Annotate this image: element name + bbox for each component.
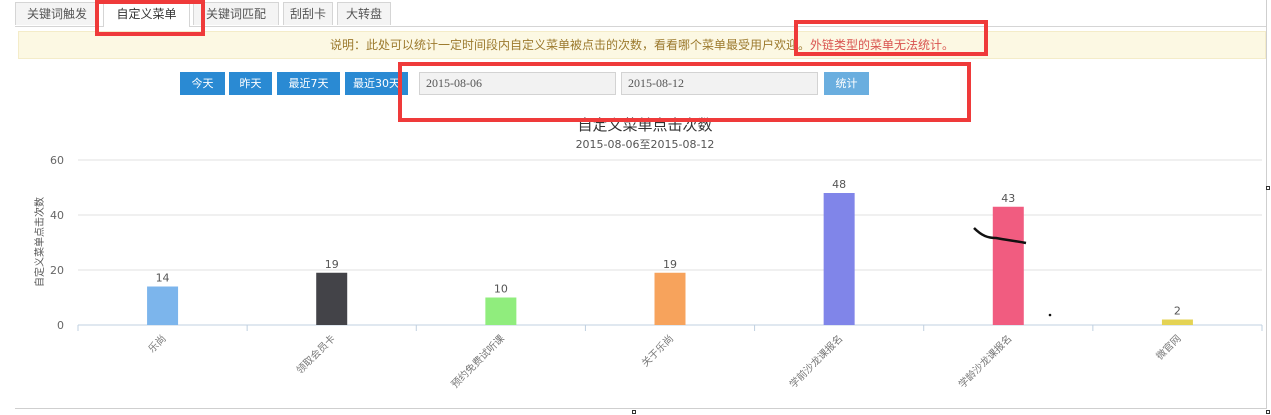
y-tick-label: 60 xyxy=(50,154,64,167)
chart-subtitle: 2015-08-06至2015-08-12 xyxy=(576,138,715,151)
data-label: 43 xyxy=(1001,192,1015,205)
data-label: 48 xyxy=(832,178,846,191)
x-tick-label: 学龄沙龙课报名 xyxy=(956,332,1015,391)
bar[interactable] xyxy=(147,286,179,326)
bar[interactable] xyxy=(992,206,1024,325)
chart-title: 自定义菜单点击次数 xyxy=(577,116,712,134)
bar[interactable] xyxy=(316,272,348,325)
y-tick-label: 0 xyxy=(57,319,64,332)
resize-handle-corner[interactable] xyxy=(1266,410,1270,414)
bar[interactable] xyxy=(654,272,686,325)
y-tick-label: 40 xyxy=(50,209,64,222)
data-label: 19 xyxy=(325,258,339,271)
bar[interactable] xyxy=(823,193,855,325)
data-label: 14 xyxy=(156,272,170,285)
y-tick-label: 20 xyxy=(50,264,64,277)
data-label: 19 xyxy=(663,258,677,271)
resize-handle-bottom[interactable] xyxy=(632,410,636,414)
x-tick-label: 学前沙龙课报名 xyxy=(787,332,846,391)
bar[interactable] xyxy=(485,297,517,326)
bar-chart: 自定义菜单点击次数 2015-08-06至2015-08-12 自定义菜单点击次… xyxy=(33,116,1263,391)
resize-handle-right[interactable] xyxy=(1266,186,1270,190)
x-tick-label: 关于乐尚 xyxy=(639,332,676,369)
x-tick-label: 预约免费试听课 xyxy=(448,332,507,391)
data-label: 10 xyxy=(494,283,508,296)
x-tick-label: 微官网 xyxy=(1153,332,1183,362)
pen-dot xyxy=(1048,313,1052,317)
bar[interactable] xyxy=(1161,319,1193,326)
data-label: 2 xyxy=(1174,305,1181,318)
x-tick-label: 领取会员卡 xyxy=(293,332,338,377)
y-axis-label: 自定义菜单点击次数 xyxy=(33,197,46,287)
x-tick-label: 乐尚 xyxy=(145,332,168,355)
